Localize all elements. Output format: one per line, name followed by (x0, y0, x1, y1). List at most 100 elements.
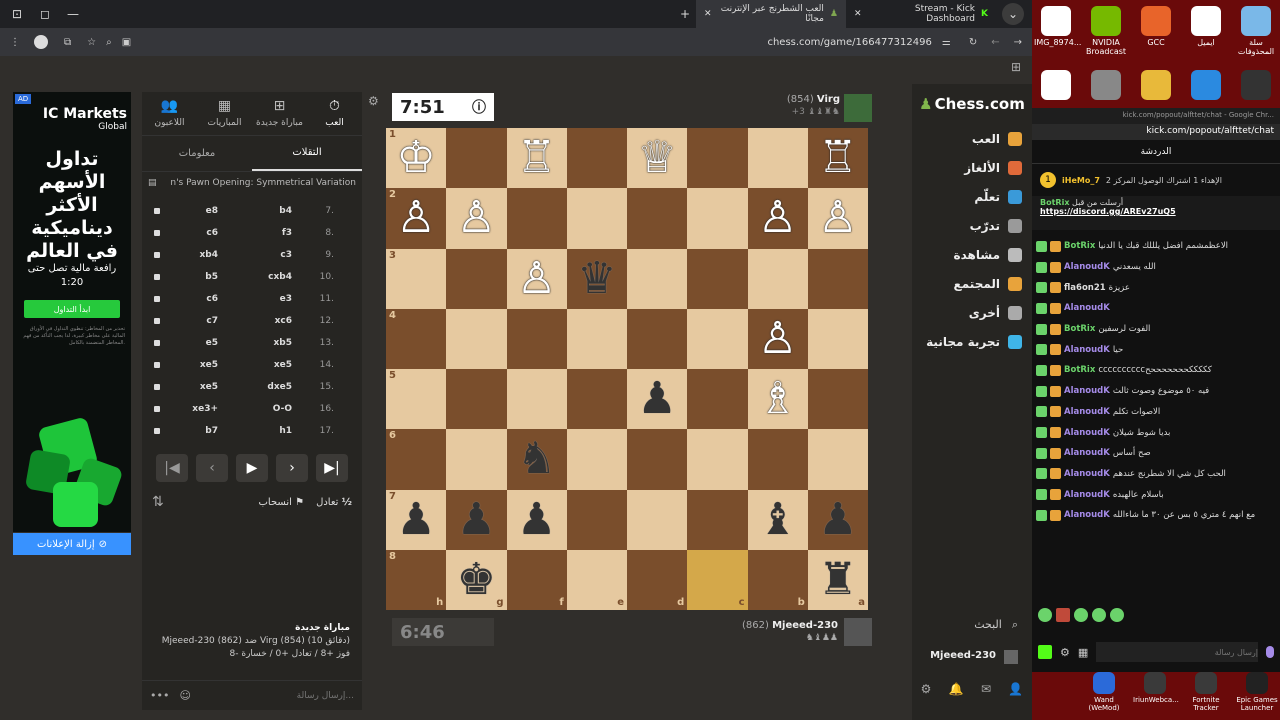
taskbar-icon[interactable]: IriunWebca... (1133, 672, 1179, 704)
black-piece[interactable]: ♛ (577, 256, 616, 301)
board-square[interactable]: ♛ (566, 248, 627, 309)
opponent-avatar[interactable] (844, 94, 872, 122)
board-square[interactable]: ♜ a (807, 549, 868, 610)
tab-info[interactable]: معلومات (142, 136, 252, 171)
board-square[interactable]: ♗ (747, 369, 808, 430)
black-move[interactable]: c6 (160, 228, 218, 238)
board-square[interactable]: d (627, 549, 688, 610)
discord-link[interactable]: https://discord.gg/AREv27uQ5 (1040, 207, 1272, 216)
nav-item[interactable]: العب (912, 124, 1032, 153)
zoom-icon[interactable]: ⌕ (106, 37, 112, 48)
board-square[interactable]: ♖ (807, 128, 868, 189)
board-square[interactable]: ♖ (506, 128, 567, 189)
star-icon[interactable]: ☆ (87, 37, 96, 48)
board-square[interactable] (807, 308, 868, 369)
tab-chess[interactable]: ✕ العب الشطرنج عبر الإنترنت مجانًا ♟ (696, 0, 846, 28)
black-move[interactable]: c6 (160, 294, 218, 304)
board-square[interactable]: 8h (386, 549, 447, 610)
chess-board[interactable]: ♔ 1 ♖ ♕ ♖ ♙ 2 ♙ ♙ ♙ 3 ♙ ♛ 4 ♙ 5 ♟ ♗ 6 ♞ ♟ 7 ♟ ♟ ♝ ♟ 8 h ♚ g f e d c b ♜ a (386, 128, 868, 610)
board-square[interactable] (747, 128, 808, 189)
back-icon[interactable]: → (1014, 37, 1022, 48)
black-piece[interactable]: ♚ (457, 557, 496, 602)
board-square[interactable] (807, 369, 868, 430)
board-square[interactable] (807, 248, 868, 309)
tab-play[interactable]: ⏱ العب (307, 92, 362, 135)
white-move[interactable]: f3 (218, 228, 292, 238)
board-square[interactable]: ♟ (807, 489, 868, 550)
nav-item[interactable]: تدرّب (912, 211, 1032, 240)
chat-username[interactable]: BotRix (1064, 365, 1095, 375)
chat-username[interactable]: fla6on21 (1064, 283, 1106, 293)
board-square[interactable]: ♟ (446, 489, 507, 550)
settings-gear-icon[interactable]: ⚙ (368, 94, 379, 108)
black-move[interactable]: e8 (160, 206, 218, 216)
board-square[interactable]: 4 (386, 308, 447, 369)
window-menu-icon[interactable]: ⊡ (6, 3, 28, 25)
move-list[interactable]: e8 b4 7. c6 f3 8. xb4 c3 9. b5 cxb4 10. c6 e3 11. c7 xc6… (142, 194, 362, 444)
board-square[interactable]: ♙ (506, 248, 567, 309)
kick-chat-input[interactable] (1096, 642, 1258, 662)
board-square[interactable] (627, 248, 688, 309)
settings-icon[interactable]: ⚙ (1060, 646, 1070, 659)
board-square[interactable]: ♟ 7 (386, 489, 447, 550)
desktop-icon[interactable] (1084, 70, 1128, 102)
black-move[interactable]: xb4 (160, 250, 218, 260)
board-square[interactable] (687, 429, 748, 490)
white-piece[interactable]: ♙ (758, 316, 797, 361)
board-square[interactable]: ♙ (747, 308, 808, 369)
board-square[interactable]: c (687, 549, 748, 610)
black-piece[interactable]: ♞ (517, 437, 556, 481)
white-piece[interactable]: ♔ (396, 136, 435, 180)
board-square[interactable] (627, 489, 688, 550)
board-square[interactable]: ♚ g (446, 549, 507, 610)
send-icon[interactable] (1038, 645, 1052, 659)
menu-dots-icon[interactable]: ⋮ (10, 37, 20, 48)
nav-item[interactable]: الألغاز (912, 153, 1032, 182)
chat-username[interactable]: AlanoudK (1064, 490, 1110, 500)
nav-item[interactable]: مشاهدة (912, 240, 1032, 269)
board-square[interactable]: ♙ (807, 188, 868, 249)
tab-kick[interactable]: ✕ Stream - Kick Dashboard K (846, 0, 996, 28)
bell-icon[interactable]: 🔔 (949, 682, 964, 696)
white-move[interactable]: O-O (218, 404, 292, 414)
site-settings-icon[interactable]: ⚌ (942, 37, 951, 48)
board-square[interactable]: ♙ 2 (386, 188, 447, 249)
chat-username[interactable]: AlanoudK (1064, 303, 1110, 313)
board-square[interactable]: ♟ (627, 369, 688, 430)
tab-moves[interactable]: التقلات (252, 136, 362, 171)
board-square[interactable] (446, 128, 507, 189)
desktop-icon[interactable] (1134, 70, 1178, 102)
board-square[interactable] (687, 248, 748, 309)
board-square[interactable] (807, 429, 868, 490)
board-square[interactable] (627, 188, 688, 249)
white-piece[interactable]: ♖ (818, 136, 857, 180)
settings-icon[interactable]: ⚙ (921, 682, 932, 696)
white-move[interactable]: b4 (218, 206, 292, 216)
desktop-icon[interactable]: NVIDIA Broadcast (1084, 6, 1128, 56)
nav-item[interactable]: المجتمع (912, 269, 1032, 298)
board-square[interactable] (747, 248, 808, 309)
black-move[interactable]: xe5 (160, 382, 218, 392)
chat-username[interactable]: AlanoudK (1064, 510, 1110, 520)
first-move-button[interactable]: |◀ (156, 454, 188, 482)
prev-move-button[interactable]: ‹ (196, 454, 228, 482)
desktop-icon[interactable]: IMG_8974... (1034, 6, 1081, 47)
board-square[interactable] (687, 308, 748, 369)
chat-username[interactable]: AlanoudK (1064, 262, 1110, 272)
chess-logo[interactable]: ♟ Chess.com (912, 84, 1032, 124)
chat-username[interactable]: AlanoudK (1064, 345, 1110, 355)
white-piece[interactable]: ♗ (758, 377, 797, 421)
white-move[interactable]: h1 (218, 426, 292, 436)
board-square[interactable] (506, 188, 567, 249)
board-square[interactable] (506, 308, 567, 369)
close-icon[interactable]: ✕ (854, 9, 862, 19)
desktop-icon[interactable]: سلة المحذوفات (1234, 6, 1278, 56)
close-icon[interactable]: ✕ (704, 9, 712, 19)
board-square[interactable] (446, 308, 507, 369)
grid-apps-icon[interactable]: ⊞ (1011, 60, 1021, 74)
board-square[interactable] (566, 128, 627, 189)
gift-icon[interactable]: ▦ (1078, 646, 1088, 659)
chat-username[interactable]: AlanoudK (1064, 407, 1110, 417)
draw-button[interactable]: تعادل ½ (316, 497, 352, 508)
board-square[interactable]: ♙ (747, 188, 808, 249)
